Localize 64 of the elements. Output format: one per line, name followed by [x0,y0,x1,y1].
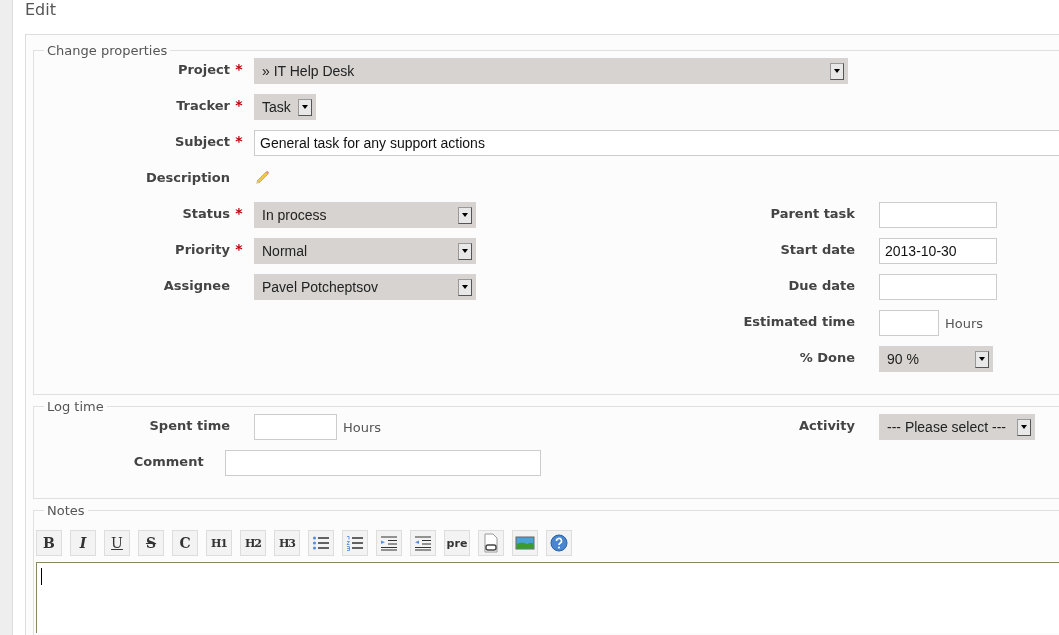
dropdown[interactable]: Pavel Potcheptsov [254,274,476,300]
field-label: % Done [798,349,855,365]
file-button[interactable] [478,530,504,556]
text-field[interactable]: 2013-10-30 [879,238,997,264]
unit-label: Hours [944,315,984,331]
field-label: Due date [787,277,855,293]
field-label: Activity [797,417,855,433]
fieldset-legend: Notes [44,503,88,518]
field-label: Comment [132,453,204,469]
help-icon [550,534,568,552]
pre-button[interactable]: pre [444,530,470,556]
numbered-list-icon [346,535,364,551]
field-label: Project [176,61,230,77]
field-label: Status [181,205,230,221]
field-label: Subject [173,133,230,149]
bold-button[interactable]: B [36,530,62,556]
fieldset-legend: Change properties [44,43,171,58]
dropdown[interactable]: --- Please select --- [879,414,1035,440]
indent-icon [380,535,398,551]
ul-button[interactable] [308,530,334,556]
unit-label: Hours [342,419,382,435]
dropdown[interactable]: In process [254,202,476,228]
dropdown[interactable]: Task [254,94,316,120]
pencil-icon[interactable] [254,169,271,186]
heading-button[interactable]: H2 [240,530,266,556]
bulleted-list-icon [312,535,330,551]
required-asterisk: * [234,204,244,221]
outdent-icon [414,535,432,551]
field-label: Priority [174,241,230,257]
strike-button[interactable]: S [138,530,164,556]
fieldset-legend: Log time [44,399,107,414]
indent-button[interactable] [376,530,402,556]
image-button[interactable] [512,530,538,556]
required-asterisk: * [234,60,244,77]
text-field[interactable] [879,274,997,300]
dropdown[interactable]: Normal [254,238,476,264]
field-label: Spent time [148,417,230,433]
heading-button[interactable]: H3 [274,530,300,556]
document-link-icon [482,533,500,553]
field-label: Tracker [175,97,230,113]
field-label: Start date [779,241,855,257]
italic-button[interactable]: I [70,530,96,556]
required-asterisk: * [234,132,244,149]
required-asterisk: * [234,96,244,113]
help-button[interactable] [546,530,572,556]
text-field[interactable] [225,450,541,476]
required-asterisk: * [234,240,244,257]
underline-button[interactable]: U [104,530,130,556]
page-title: Edit [25,0,57,21]
field-label: Description [144,169,230,185]
dropdown[interactable]: » IT Help Desk [254,58,848,84]
text-field[interactable] [879,310,939,336]
text-field[interactable]: General task for any support actions [254,130,1059,156]
code-button[interactable]: C [172,530,198,556]
heading-button[interactable]: H1 [206,530,232,556]
ol-button[interactable] [342,530,368,556]
outdent-button[interactable] [410,530,436,556]
text-field[interactable] [254,414,337,440]
image-icon [515,535,535,551]
field-label: Parent task [769,205,855,221]
field-label: Estimated time [742,313,855,329]
field-label: Assignee [162,277,230,293]
text-field[interactable] [879,202,997,228]
dropdown[interactable]: 90 % [879,346,993,372]
